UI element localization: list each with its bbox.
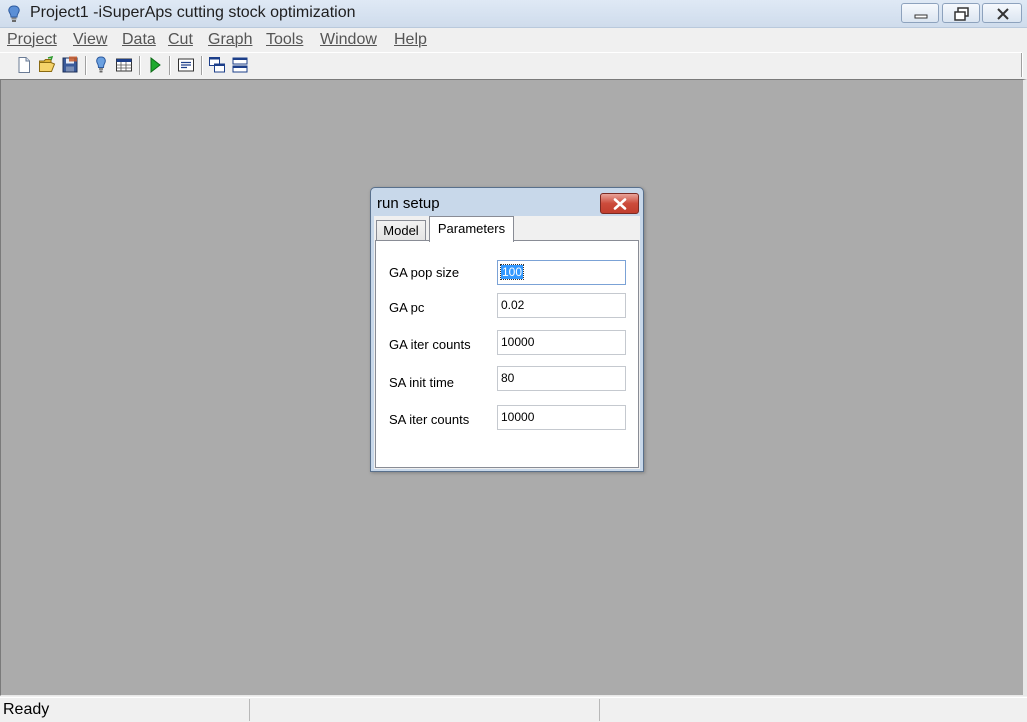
sa-init-time-input[interactable]: 80 [497,366,626,391]
ga-iter-counts-label: GA iter counts [389,337,471,352]
dialog-client-area: Model Parameters GA pop size 100 GA pc 0… [374,216,640,469]
app-bulb-icon[interactable] [5,5,23,23]
run-icon[interactable] [146,56,164,74]
window-close-button[interactable] [982,3,1022,23]
menu-graph[interactable]: Graph [208,31,252,49]
save-icon[interactable] [61,56,79,74]
status-pane [249,699,250,721]
ga-pc-input[interactable]: 0.02 [497,293,626,318]
toolbar-separator [169,56,171,75]
toolbar-edge [1021,53,1023,77]
close-icon [997,8,1009,20]
minimize-button[interactable] [901,3,939,23]
dialog-title: run setup [377,195,440,212]
sa-init-time-label: SA init time [389,375,455,390]
toolbar-separator [201,56,203,75]
status-bar: Ready [0,697,1027,722]
dialog-close-button[interactable] [600,193,639,214]
tab-model[interactable]: Model [376,220,426,241]
table-icon[interactable] [115,56,133,74]
toolbar-separator [85,56,87,75]
bulb-icon[interactable] [92,56,110,74]
ga-pop-size-input[interactable]: 100 [497,260,626,285]
toolbar [0,52,1022,78]
menu-data[interactable]: Data [122,31,156,49]
new-file-icon[interactable] [15,56,33,74]
title-bar: Project1 -iSuperAps cutting stock optimi… [0,0,1027,28]
minimize-icon [914,14,928,19]
tile-icon[interactable] [231,56,249,74]
menu-window[interactable]: Window [320,31,377,49]
menu-cut[interactable]: Cut [168,31,193,49]
menu-bar: Project View Data Cut Graph Tools Window… [0,28,1027,52]
tab-parameters[interactable]: Parameters [429,216,514,242]
selected-text: 100 [499,264,525,280]
open-folder-icon[interactable] [38,56,56,74]
ga-pc-label: GA pc [389,300,425,315]
ga-iter-counts-input[interactable]: 10000 [497,330,626,355]
restore-icon [954,7,969,21]
menu-help[interactable]: Help [394,31,427,49]
window-title: Project1 -iSuperAps cutting stock optimi… [30,4,356,21]
cascade-icon[interactable] [208,56,226,74]
sa-iter-counts-input[interactable]: 10000 [497,405,626,430]
status-pane [599,699,600,721]
menu-view[interactable]: View [73,31,107,49]
menu-project[interactable]: Project [7,31,57,49]
menu-tools[interactable]: Tools [266,31,303,49]
run-setup-dialog: run setup Model Parameters GA pop size 1… [370,187,644,472]
restore-button[interactable] [942,3,980,23]
parameters-panel: GA pop size 100 GA pc 0.02 GA iter count… [375,240,639,468]
ga-pop-size-label: GA pop size [389,265,460,280]
close-icon [613,198,627,210]
toolbar-separator [139,56,141,75]
status-text: Ready [3,701,50,718]
list-icon[interactable] [177,56,195,74]
sa-iter-counts-label: SA iter counts [389,412,470,427]
